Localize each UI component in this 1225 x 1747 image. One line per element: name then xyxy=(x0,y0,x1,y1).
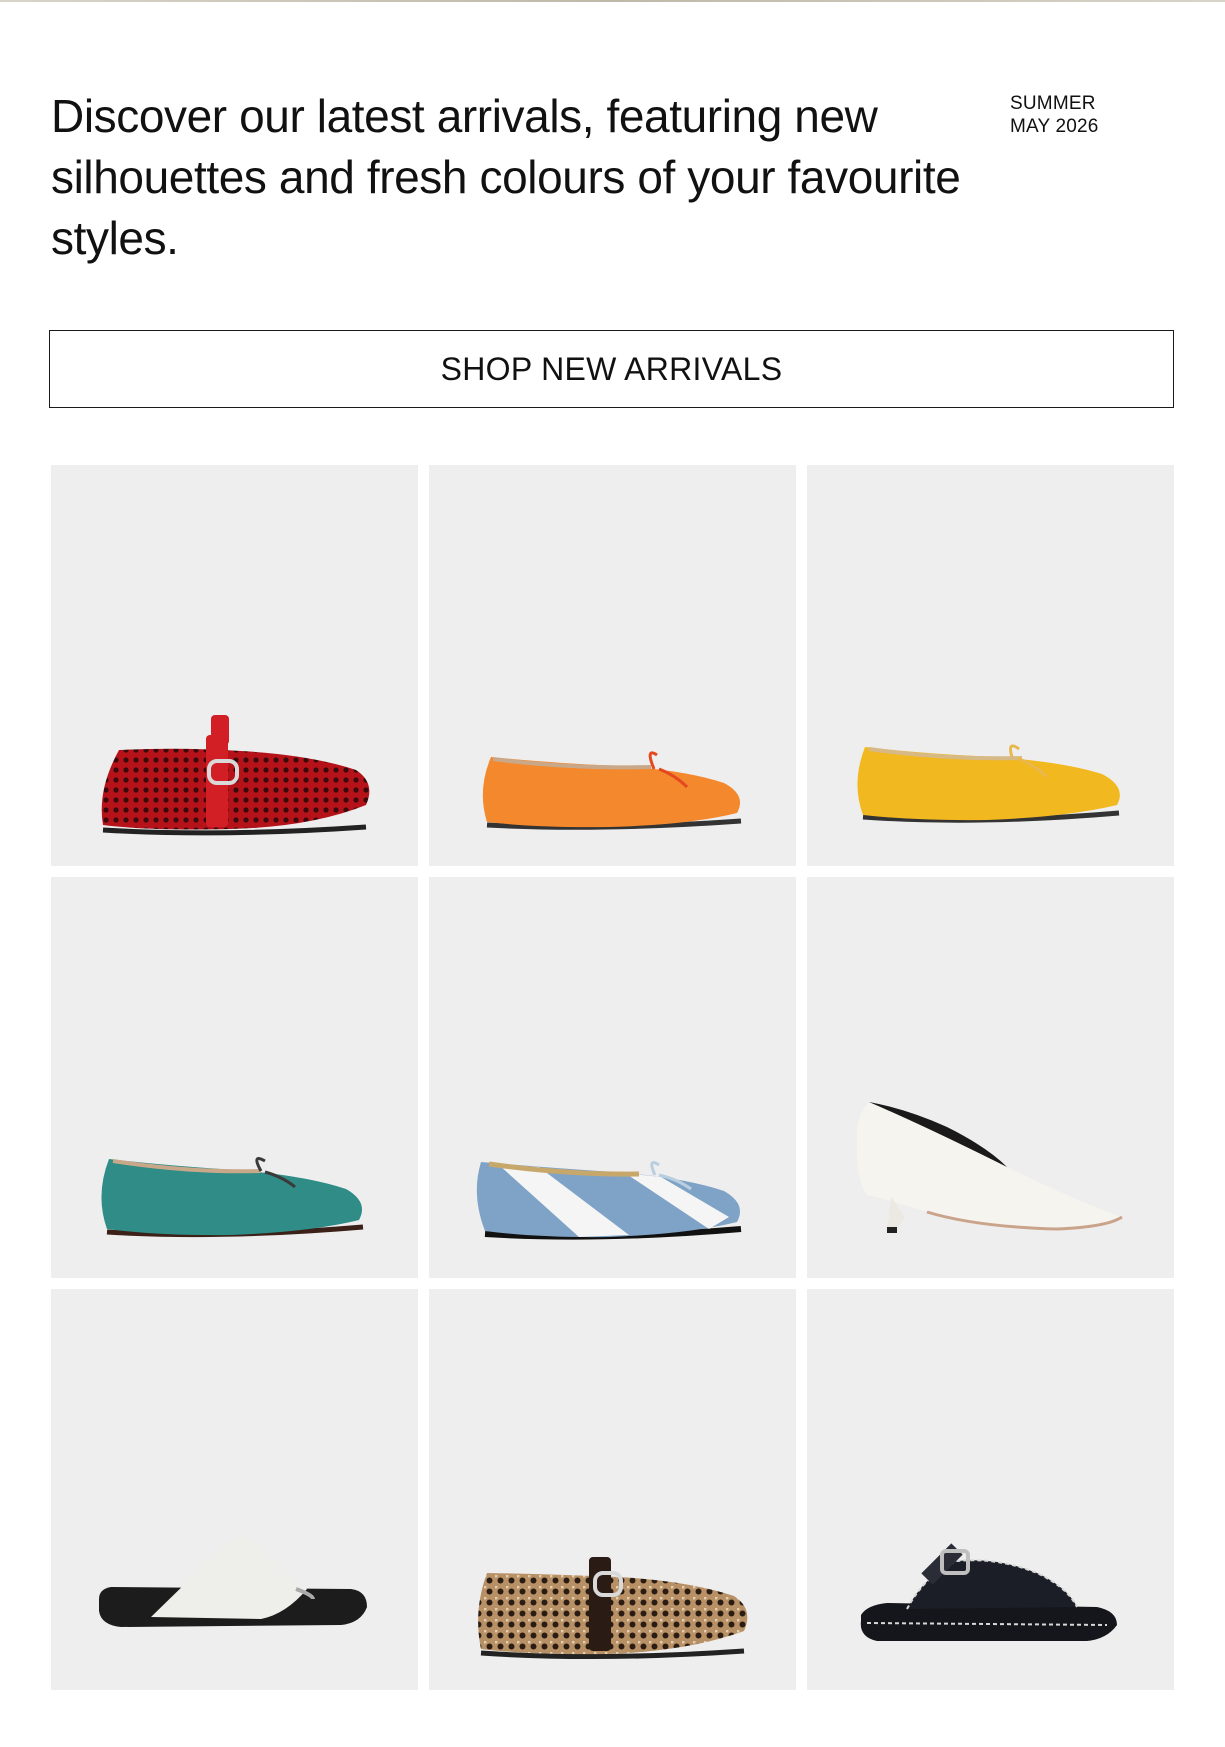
product-grid xyxy=(51,465,1174,1690)
product-card-yellow-ballet-flat[interactable] xyxy=(807,465,1174,866)
season-date: MAY 2026 xyxy=(1010,116,1099,137)
headline: Discover our latest arrivals, featuring … xyxy=(51,90,961,264)
product-card-orange-ballet-flat[interactable] xyxy=(429,465,796,866)
product-card-teal-ballet-flat[interactable] xyxy=(51,877,418,1278)
product-card-white-kitten-heel[interactable] xyxy=(807,877,1174,1278)
teal-ballet-flat-icon xyxy=(101,1157,364,1238)
toe-post-sandal-icon xyxy=(99,1536,367,1627)
season-name: SUMMER xyxy=(1010,93,1096,114)
black-buckle-sandal-icon xyxy=(860,1543,1117,1641)
yellow-ballet-flat-icon xyxy=(857,744,1120,823)
white-kitten-heel-icon xyxy=(856,1102,1123,1233)
shop-new-arrivals-button[interactable]: SHOP NEW ARRIVALS xyxy=(49,330,1174,408)
leopard-woven-flat-icon xyxy=(478,1557,748,1660)
top-divider xyxy=(0,0,1225,2)
red-woven-flat-icon xyxy=(101,715,370,836)
product-card-toe-post-sandal[interactable] xyxy=(51,1289,418,1690)
striped-ballet-flat-icon xyxy=(476,1161,742,1240)
intro-header: Discover our latest arrivals, featuring … xyxy=(51,86,1175,276)
season-label: SUMMER MAY 2026 xyxy=(1010,92,1099,138)
orange-ballet-flat-icon xyxy=(482,751,742,830)
product-card-black-buckle-sandal[interactable] xyxy=(807,1289,1174,1690)
product-card-striped-ballet-flat[interactable] xyxy=(429,877,796,1278)
product-card-red-woven-mary-jane[interactable] xyxy=(51,465,418,866)
product-card-leopard-woven-mary-jane[interactable] xyxy=(429,1289,796,1690)
